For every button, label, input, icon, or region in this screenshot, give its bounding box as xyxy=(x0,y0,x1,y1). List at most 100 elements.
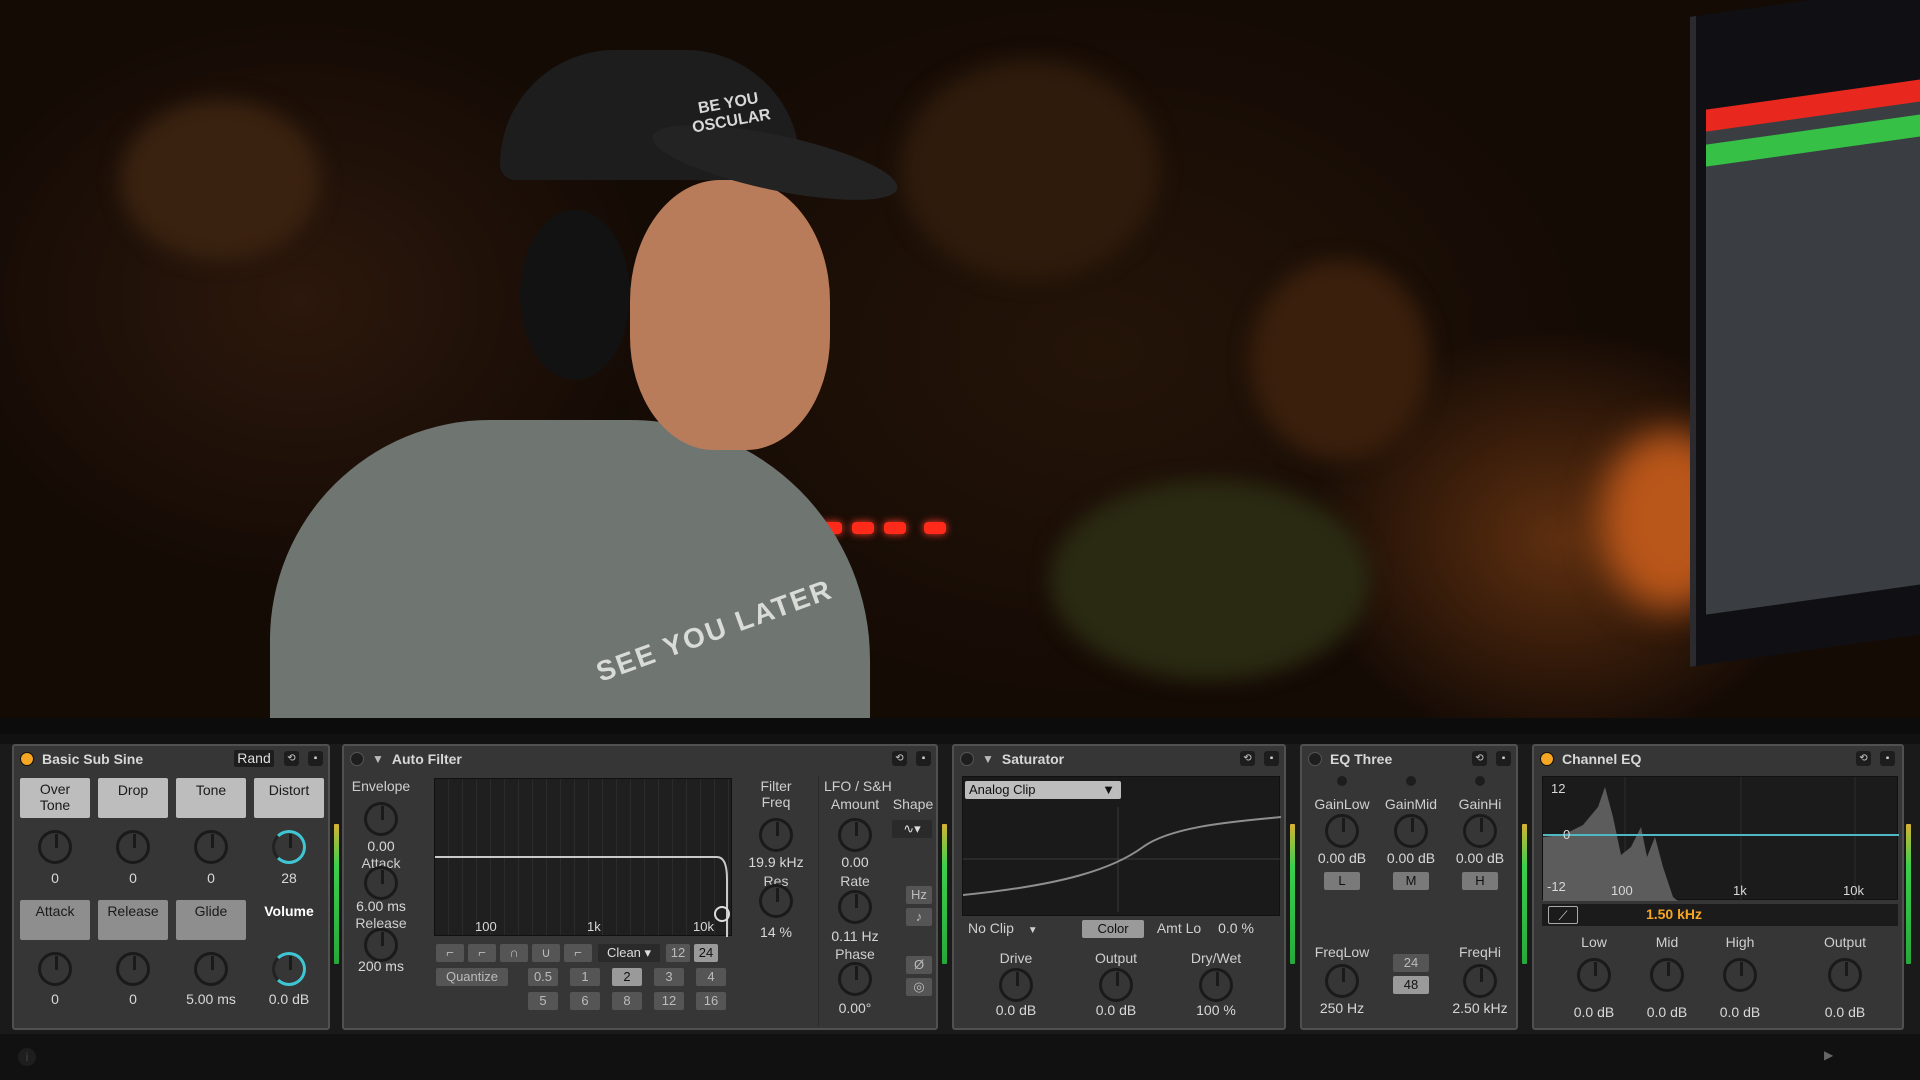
info-icon[interactable]: i xyxy=(18,1048,36,1066)
lfo-amount-knob[interactable] xyxy=(838,818,872,852)
res-knob[interactable] xyxy=(759,884,793,918)
gainlow-knob[interactable] xyxy=(1325,814,1359,848)
lfo-rate-value: 0.11 Hz xyxy=(831,928,879,944)
overtone-knob[interactable] xyxy=(38,830,72,864)
distort-button[interactable]: Distort xyxy=(254,778,324,818)
quantize-3[interactable]: 3 xyxy=(654,968,684,986)
save-preset-icon[interactable]: ▪ xyxy=(1880,751,1895,766)
freq-tick-100: 100 xyxy=(475,919,497,934)
save-preset-icon[interactable]: ▪ xyxy=(916,751,931,766)
hot-swap-icon[interactable]: ⟲ xyxy=(284,751,299,766)
quantize-8[interactable]: 8 xyxy=(612,992,642,1010)
release-knob[interactable] xyxy=(364,928,398,962)
filter-type-notch-icon[interactable]: ∪ xyxy=(532,944,560,962)
overtone-button[interactable]: Over Tone xyxy=(20,778,90,818)
scroll-right-icon[interactable]: ▶ xyxy=(1824,1048,1833,1062)
hot-swap-icon[interactable]: ⟲ xyxy=(1472,751,1487,766)
filter-mode-dropdown[interactable]: Clean ▾ xyxy=(598,944,660,962)
hot-swap-icon[interactable]: ⟲ xyxy=(892,751,907,766)
attack-knob[interactable] xyxy=(364,866,398,900)
channel-eq-spectrum-display[interactable]: 12 0 -12 100 1k 10k xyxy=(1542,776,1899,901)
tone-knob[interactable] xyxy=(194,830,228,864)
high-gain-knob[interactable] xyxy=(1723,958,1757,992)
hardware-led xyxy=(884,522,906,534)
filter-type-highpass-icon[interactable]: ⌐ xyxy=(468,944,496,962)
glide-knob[interactable] xyxy=(194,952,228,986)
rand-button[interactable]: Rand xyxy=(234,750,274,767)
freqlow-knob[interactable] xyxy=(1325,964,1359,998)
quantize-2[interactable]: 2 xyxy=(612,968,642,986)
filter-type-bandpass-icon[interactable]: ∩ xyxy=(500,944,528,962)
slope-48-button[interactable]: 48 xyxy=(1393,976,1429,994)
volume-knob[interactable] xyxy=(272,952,306,986)
spin-mode-icon[interactable]: ◎ xyxy=(906,978,932,996)
drop-knob[interactable] xyxy=(116,830,150,864)
phase-mode-icon[interactable]: Ø xyxy=(906,956,932,974)
slope-24-button[interactable]: 24 xyxy=(694,944,718,962)
quantize-button[interactable]: Quantize xyxy=(436,968,508,986)
filter-type-morph-icon[interactable]: ⌐ xyxy=(564,944,592,962)
drop-button[interactable]: Drop xyxy=(98,778,168,818)
freqhi-knob[interactable] xyxy=(1463,964,1497,998)
output-knob[interactable] xyxy=(1099,968,1133,1002)
device-power-button[interactable] xyxy=(1540,751,1554,766)
gainmid-knob[interactable] xyxy=(1394,814,1428,848)
quantize-4[interactable]: 4 xyxy=(696,968,726,986)
slope-24-button[interactable]: 24 xyxy=(1393,954,1429,972)
rate-sync-note-icon[interactable]: ♪ xyxy=(906,908,932,926)
lfo-phase-value: 0.00° xyxy=(838,1000,872,1016)
attack-button[interactable]: Attack xyxy=(20,900,90,940)
saturator-curve-display[interactable]: Analog Clip ▼ xyxy=(962,776,1281,916)
attack-knob[interactable] xyxy=(38,952,72,986)
save-preset-icon[interactable]: ▪ xyxy=(308,751,323,766)
no-clip-dropdown[interactable]: No Clip ▼ xyxy=(968,920,1058,936)
release-knob[interactable] xyxy=(116,952,150,986)
lfo-rate-knob[interactable] xyxy=(838,890,872,924)
status-bar: i ▶ xyxy=(0,1034,1920,1080)
filter-freq-knob[interactable] xyxy=(759,818,793,852)
tone-button[interactable]: Tone xyxy=(176,778,246,818)
device-power-button[interactable] xyxy=(20,751,34,766)
band-led xyxy=(1337,776,1347,786)
save-preset-icon[interactable]: ▪ xyxy=(1496,751,1511,766)
release-button[interactable]: Release xyxy=(98,900,168,940)
device-power-button[interactable] xyxy=(350,751,364,766)
quantize-5[interactable]: 5 xyxy=(528,992,558,1010)
quantize-0-5[interactable]: 0.5 xyxy=(528,968,558,986)
collapse-triangle-icon[interactable]: ▼ xyxy=(982,752,994,766)
output-gain-knob[interactable] xyxy=(1828,958,1862,992)
glide-button[interactable]: Glide xyxy=(176,900,246,940)
filter-type-lowpass-icon[interactable]: ⌐ xyxy=(436,944,464,962)
high-kill-button[interactable]: H xyxy=(1462,872,1498,890)
collapse-triangle-icon[interactable]: ▼ xyxy=(372,752,384,766)
device-power-button[interactable] xyxy=(1308,751,1322,766)
mid-gain-knob[interactable] xyxy=(1650,958,1684,992)
drywet-knob[interactable] xyxy=(1199,968,1233,1002)
quantize-6[interactable]: 6 xyxy=(570,992,600,1010)
high-label: High xyxy=(1725,934,1755,950)
x-tick-100: 100 xyxy=(1611,883,1633,898)
hot-swap-icon[interactable]: ⟲ xyxy=(1856,751,1871,766)
color-button[interactable]: Color xyxy=(1082,920,1144,938)
device-power-button[interactable] xyxy=(960,751,974,766)
low-gain-knob[interactable] xyxy=(1577,958,1611,992)
quantize-1[interactable]: 1 xyxy=(570,968,600,986)
rate-hz-button[interactable]: Hz xyxy=(906,886,932,904)
slope-12-button[interactable]: 12 xyxy=(666,944,690,962)
save-preset-icon[interactable]: ▪ xyxy=(1264,751,1279,766)
hot-swap-icon[interactable]: ⟲ xyxy=(1240,751,1255,766)
low-kill-button[interactable]: L xyxy=(1324,872,1360,890)
lfo-phase-knob[interactable] xyxy=(838,962,872,996)
lfo-shape-dropdown[interactable]: ∿▾ xyxy=(892,820,932,838)
quantize-16[interactable]: 16 xyxy=(696,992,726,1010)
tone-value: 0 xyxy=(207,870,215,886)
drive-knob[interactable] xyxy=(999,968,1033,1002)
highpass-filter-icon[interactable]: ⟋ xyxy=(1548,906,1578,924)
distort-knob[interactable] xyxy=(272,830,306,864)
envelope-knob[interactable] xyxy=(364,802,398,836)
lfo-phase-label: Phase xyxy=(835,946,875,962)
quantize-12[interactable]: 12 xyxy=(654,992,684,1010)
gainhi-knob[interactable] xyxy=(1463,814,1497,848)
filter-curve-display[interactable]: 100 1k 10k xyxy=(434,778,732,937)
mid-kill-button[interactable]: M xyxy=(1393,872,1429,890)
